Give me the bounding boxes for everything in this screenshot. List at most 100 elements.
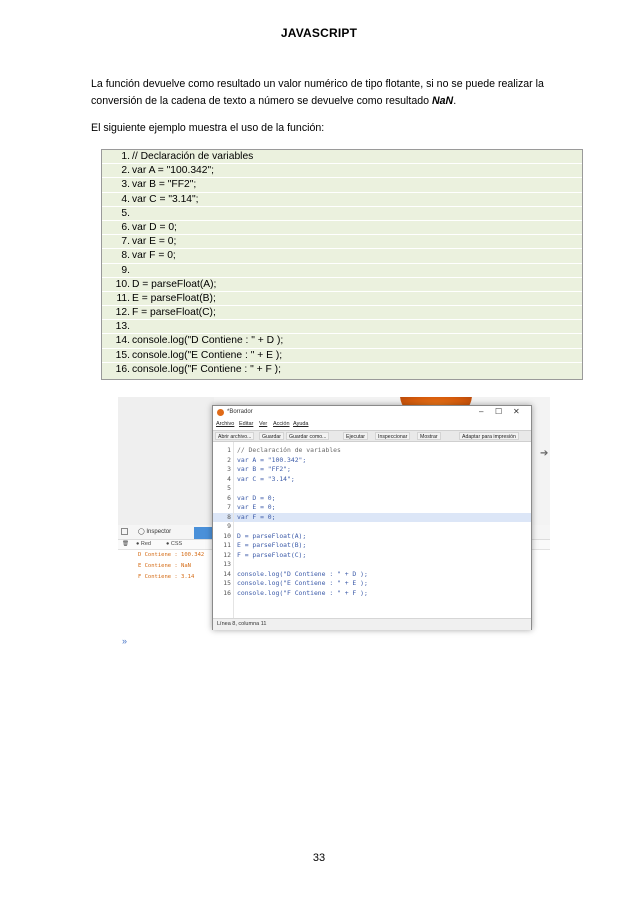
- editor-line-text: console.log("F Contiene : " + F );: [237, 588, 368, 597]
- inspect-button[interactable]: Inspeccionar: [375, 432, 411, 440]
- editor-line-text: var A = "100.342";: [237, 455, 307, 464]
- maximize-icon[interactable]: ☐: [495, 407, 502, 416]
- code-line: 1.// Declaración de variables: [102, 150, 582, 165]
- code-line-number: 16.: [115, 363, 130, 375]
- editor-line: 3 var B = "FF2";: [213, 465, 531, 474]
- open-file-button[interactable]: Abrir archivo...: [215, 432, 255, 440]
- console-output-line: F Contiene : 3.14: [138, 574, 195, 580]
- editor-line: 11 E = parseFloat(B);: [213, 541, 531, 550]
- console-output-line: E Contiene : NaN: [138, 563, 191, 569]
- filter-css-label: CSS: [170, 541, 183, 547]
- editor-line: 14 console.log("D Contiene : " + D );: [213, 570, 531, 579]
- editor-line-number: 11: [223, 541, 231, 549]
- code-line-text: var A = "100.342";: [132, 165, 215, 177]
- trash-icon[interactable]: 🗑: [122, 541, 129, 547]
- menu-archivo[interactable]: Archivo: [216, 421, 234, 427]
- code-line-number: 14.: [115, 335, 130, 347]
- code-line-number: 6.: [121, 221, 130, 233]
- editor-line: 16 console.log("F Contiene : " + F );: [213, 589, 531, 598]
- editor-line-number: 6: [227, 493, 231, 502]
- status-bar: Línea 8, columna 11: [213, 618, 531, 630]
- arrow-right-icon[interactable]: ➔: [540, 448, 548, 459]
- editor-line-number: 16: [223, 588, 231, 597]
- editor-line-text: F = parseFloat(C);: [237, 550, 307, 559]
- editor-line: 6 var D = 0;: [213, 494, 531, 503]
- run-button[interactable]: Ejecutar: [343, 432, 369, 440]
- editor-line-text: var B = "FF2";: [237, 465, 291, 473]
- save-button[interactable]: Guardar: [259, 432, 285, 440]
- editor-line: 13: [213, 560, 531, 569]
- tab-console[interactable]: [194, 527, 214, 539]
- code-line: 14. console.log("D Contiene : " + D );: [102, 334, 582, 349]
- editor-line-number: 5: [227, 484, 231, 492]
- filter-red-label: Red: [140, 541, 151, 547]
- code-line-number: 5.: [121, 207, 130, 219]
- editor-line-text: var F = 0;: [237, 512, 276, 521]
- code-line-text: D = parseFloat(A);: [132, 278, 217, 290]
- code-line-text: var B = "FF2";: [132, 179, 197, 191]
- editor-line: 1 // Declaración de variables: [213, 446, 531, 455]
- minimize-icon[interactable]: –: [479, 407, 483, 416]
- editor-line-text: var C = "3.14";: [237, 474, 295, 483]
- devtools-square-icon[interactable]: [121, 528, 128, 535]
- page-header: JAVASCRIPT: [280, 26, 358, 40]
- menu-editar[interactable]: Editar: [239, 421, 253, 427]
- nan-emphasis: NaN: [431, 95, 454, 107]
- save-as-button[interactable]: Guardar como...: [286, 432, 330, 440]
- page-number: 33: [312, 852, 326, 864]
- code-line-number: 8.: [121, 250, 130, 262]
- code-line-text: var F = 0;: [132, 250, 176, 262]
- editor-line-number: 2: [227, 455, 231, 464]
- code-line-number: 4.: [121, 193, 130, 205]
- menu-ayuda[interactable]: Ayuda: [293, 421, 309, 427]
- code-line: 11. E = parseFloat(B);: [102, 292, 582, 307]
- editor-line-text: console.log("E Contiene : " + E );: [237, 579, 368, 587]
- editor-line-highlighted: 8 var F = 0;: [213, 512, 531, 522]
- code-line-text: var D = 0;: [132, 221, 177, 233]
- close-icon[interactable]: ✕: [513, 407, 520, 416]
- console-output-line: D Contiene : 100.342: [138, 552, 205, 558]
- code-line-text: F = parseFloat(C);: [132, 307, 216, 319]
- filter-css[interactable]: ● CSS: [166, 541, 182, 547]
- menu-accion[interactable]: Acción: [273, 421, 290, 427]
- editor-line: 9: [213, 522, 531, 531]
- code-line: 5.: [102, 207, 582, 221]
- editor-line-text: // Declaración de variables: [237, 446, 341, 454]
- code-listing: 1.// Declaración de variables 2. var A = …: [101, 149, 583, 380]
- editor-line: 7 var E = 0;: [213, 503, 531, 512]
- menu-ver[interactable]: Ver: [259, 421, 267, 427]
- code-line-text: var E = 0;: [132, 236, 177, 248]
- code-line: 9.: [102, 264, 582, 278]
- code-line-number: 12.: [115, 307, 130, 319]
- editor-line-number: 10: [223, 531, 231, 540]
- app-icon: [217, 409, 224, 416]
- editor-line-number: 3: [227, 465, 231, 473]
- editor-line-text: var E = 0;: [237, 503, 276, 511]
- scratchpad-window: *Borrador – ☐ ✕ Archivo Editar Ver Acció…: [212, 405, 532, 630]
- code-line-text: console.log("F Contiene : " + F );: [132, 363, 281, 375]
- console-prompt-chevron-icon[interactable]: »: [122, 636, 127, 645]
- editor-line-text: var D = 0;: [237, 493, 276, 502]
- code-line-text: console.log("E Contiene : " + E );: [132, 349, 283, 361]
- code-line-text: console.log("D Contiene : " + D );: [132, 335, 284, 347]
- filter-red[interactable]: ● Red: [136, 541, 151, 547]
- editor-line: 15 console.log("E Contiene : " + E );: [213, 579, 531, 588]
- editor-line: 10 D = parseFloat(A);: [213, 532, 531, 541]
- toolbar: Abrir archivo... Guardar Guardar como...…: [213, 430, 531, 442]
- code-editor[interactable]: 1 // Declaración de variables 2 var A = "1…: [213, 442, 531, 618]
- cursor-position: Línea 8, columna 11: [217, 621, 267, 627]
- editor-line-number: 9: [227, 522, 231, 530]
- code-line: 10. D = parseFloat(A);: [102, 278, 582, 292]
- code-line-text: E = parseFloat(B);: [132, 292, 216, 304]
- editor-line: 2 var A = "100.342";: [213, 456, 531, 465]
- display-button[interactable]: Mostrar: [417, 432, 441, 440]
- code-line-number: 9.: [121, 264, 130, 276]
- pretty-print-button[interactable]: Adaptar para impresión: [459, 432, 519, 440]
- code-line-text: // Declaración de variables: [132, 151, 254, 162]
- editor-line-text: D = parseFloat(A);: [237, 531, 307, 540]
- code-line: 8. var F = 0;: [102, 249, 582, 264]
- code-line-number: 11.: [116, 292, 130, 304]
- tab-inspector[interactable]: ◯ Inspector: [138, 528, 171, 535]
- code-line: 7. var E = 0;: [102, 235, 582, 250]
- code-line-number: 13.: [115, 321, 130, 333]
